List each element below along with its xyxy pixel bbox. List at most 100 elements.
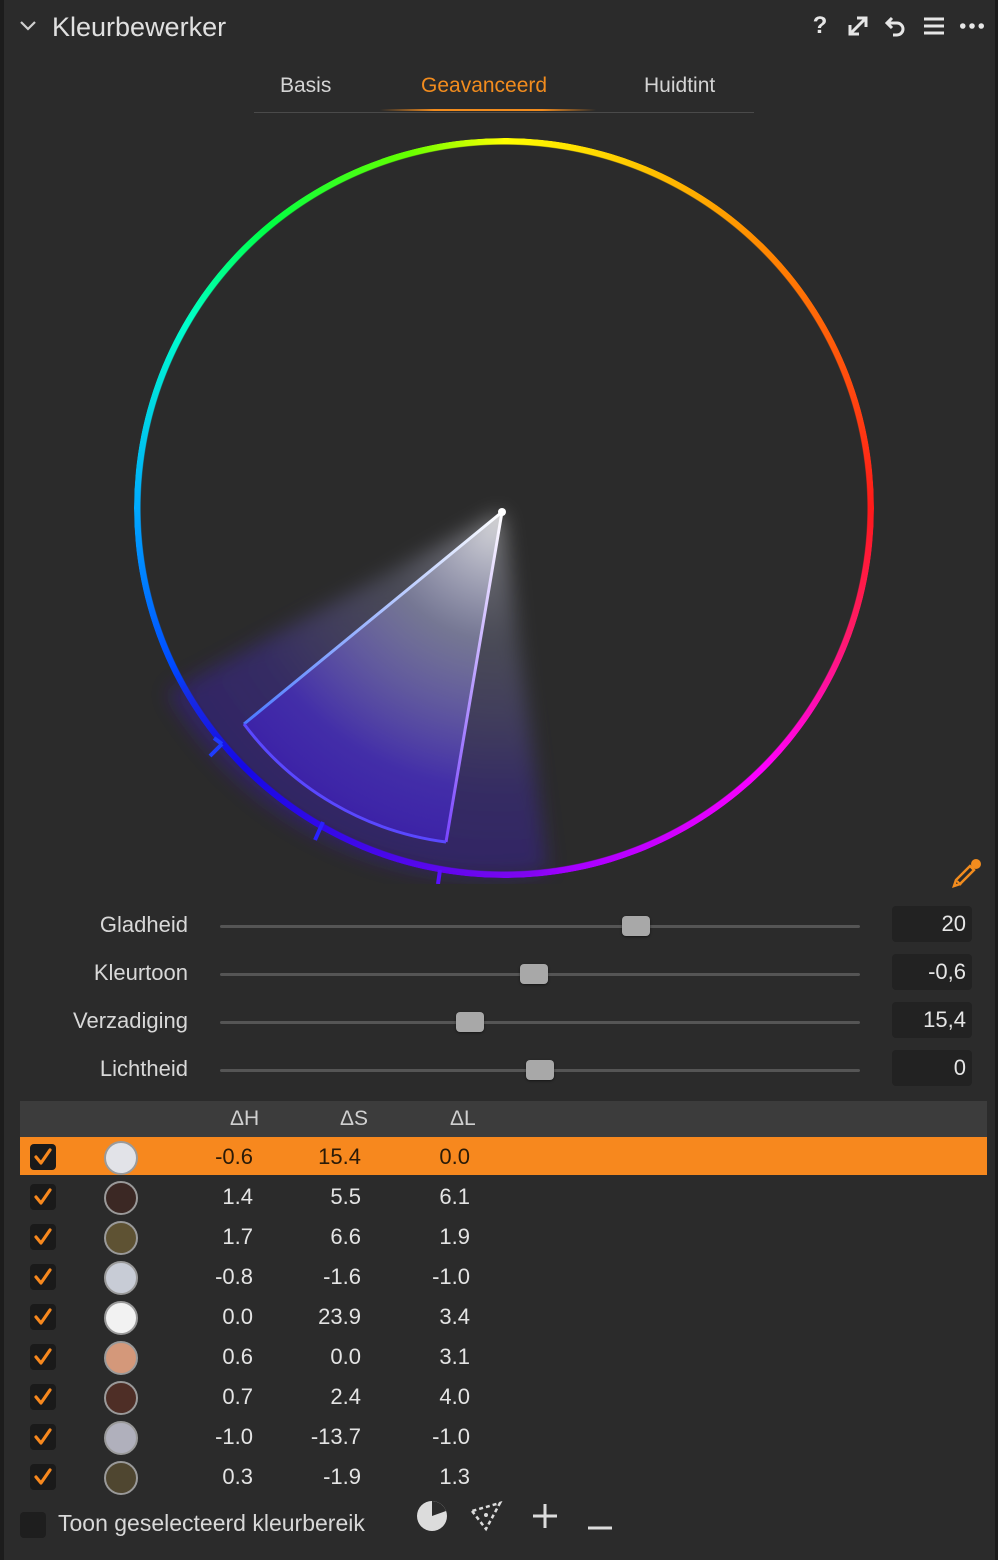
add-icon[interactable] — [525, 1496, 565, 1536]
tab-bar: Basis Geavanceerd Huidtint — [254, 70, 754, 113]
reset-icon[interactable] — [884, 12, 908, 40]
slider-value-field[interactable]: 0 — [892, 1050, 972, 1086]
row-checkbox[interactable] — [30, 1384, 56, 1410]
range-handle-outer-right[interactable] — [436, 869, 442, 884]
color-swatch[interactable] — [104, 1341, 138, 1375]
cell-dh: 0.7 — [222, 1384, 253, 1409]
slider-knob[interactable] — [455, 1012, 484, 1032]
expand-icon[interactable] — [846, 12, 870, 40]
cell-dl: 4.0 — [439, 1384, 470, 1409]
checkmark-icon — [34, 1268, 52, 1285]
pie-range-icon[interactable] — [412, 1496, 452, 1536]
color-range-table: ΔH ΔS ΔL -0.6 15.4 0.0 1.4 5.5 6.1 1.7 6.6 1.9 -0… — [20, 1101, 987, 1497]
table-row[interactable]: 0.7 2.4 4.0 — [20, 1377, 987, 1417]
row-checkbox[interactable] — [30, 1424, 56, 1450]
slider-kleurtoon: Kleurtoon -0,6 — [0, 954, 998, 994]
help-icon[interactable]: ? — [808, 12, 832, 40]
cell-ds: 2.4 — [330, 1384, 361, 1409]
column-header-dh: ΔH — [230, 1107, 260, 1130]
color-wheel[interactable] — [128, 132, 880, 884]
color-swatch[interactable] — [104, 1181, 138, 1215]
row-checkbox[interactable] — [30, 1264, 56, 1290]
checkmark-icon — [34, 1188, 52, 1205]
selection-overlay[interactable] — [128, 132, 880, 884]
checkmark-icon — [34, 1228, 52, 1245]
tab-huidtint[interactable]: Huidtint — [644, 74, 715, 98]
table-row[interactable]: -0.8 -1.6 -1.0 — [20, 1257, 987, 1297]
column-header-dl: ΔL — [450, 1107, 476, 1130]
row-checkbox[interactable] — [30, 1144, 56, 1170]
color-picker-icon[interactable] — [948, 856, 984, 892]
slider-value-field[interactable]: -0,6 — [892, 954, 972, 990]
cell-ds: -1.6 — [323, 1264, 361, 1289]
cell-ds: -13.7 — [310, 1424, 361, 1449]
table-body: -0.6 15.4 0.0 1.4 5.5 6.1 1.7 6.6 1.9 -0.8 -1.6 -1.… — [20, 1137, 987, 1497]
table-row[interactable]: 1.7 6.6 1.9 — [20, 1217, 987, 1257]
slider-knob[interactable] — [622, 916, 650, 936]
show-range-checkbox[interactable] — [20, 1512, 46, 1538]
cell-dl: 0.0 — [439, 1144, 470, 1169]
cell-dl: 1.3 — [439, 1464, 470, 1489]
cell-dh: 1.4 — [222, 1184, 253, 1209]
cell-dh: -1.0 — [215, 1424, 253, 1449]
row-checkbox[interactable] — [30, 1224, 56, 1250]
table-row[interactable]: -1.0 -13.7 -1.0 — [20, 1417, 987, 1457]
color-swatch[interactable] — [104, 1301, 138, 1335]
slider-label: Gladheid — [99, 912, 188, 937]
row-checkbox[interactable] — [30, 1344, 56, 1370]
color-swatch[interactable] — [104, 1141, 138, 1175]
table-row[interactable]: 0.3 -1.9 1.3 — [20, 1457, 987, 1497]
row-checkbox[interactable] — [30, 1184, 56, 1210]
table-row[interactable]: 1.4 5.5 6.1 — [20, 1177, 987, 1217]
cell-dh: -0.8 — [215, 1264, 253, 1289]
segment-range-icon[interactable] — [466, 1496, 506, 1536]
cell-dh: 0.3 — [222, 1464, 253, 1489]
color-swatch[interactable] — [104, 1421, 138, 1455]
cell-ds: 23.9 — [318, 1304, 361, 1329]
color-swatch[interactable] — [104, 1461, 138, 1495]
row-checkbox[interactable] — [30, 1464, 56, 1490]
cell-dl: 3.4 — [439, 1304, 470, 1329]
slider-knob[interactable] — [519, 964, 548, 984]
cell-dl: 1.9 — [439, 1224, 470, 1249]
slider-value-field[interactable]: 20 — [892, 906, 972, 942]
tab-geavanceerd[interactable]: Geavanceerd — [421, 74, 547, 98]
tab-basis[interactable]: Basis — [280, 74, 331, 98]
color-swatch[interactable] — [104, 1381, 138, 1415]
cell-ds: -1.9 — [323, 1464, 361, 1489]
column-header-ds: ΔS — [340, 1107, 369, 1130]
cell-dl: 3.1 — [439, 1344, 470, 1369]
cell-ds: 0.0 — [330, 1344, 361, 1369]
center-handle[interactable] — [498, 508, 506, 516]
checkmark-icon — [34, 1348, 52, 1365]
color-swatch[interactable] — [104, 1261, 138, 1295]
slider-track[interactable] — [220, 925, 860, 928]
checkmark-icon — [34, 1428, 52, 1445]
cell-dl: -1.0 — [432, 1264, 470, 1289]
slider-value-field[interactable]: 15,4 — [892, 1002, 972, 1038]
cell-dl: 6.1 — [439, 1184, 470, 1209]
remove-icon[interactable] — [580, 1496, 620, 1536]
row-checkbox[interactable] — [30, 1304, 56, 1330]
panel-header: Kleurbewerker ? — [0, 0, 998, 56]
cell-ds: 6.6 — [330, 1224, 361, 1249]
slider-label: Lichtheid — [99, 1056, 188, 1081]
more-icon[interactable] — [960, 12, 984, 40]
table-row[interactable]: -0.6 15.4 0.0 — [20, 1137, 987, 1175]
table-header: ΔH ΔS ΔL — [20, 1101, 987, 1137]
slider-track[interactable] — [220, 1021, 860, 1024]
slider-label: Verzadiging — [73, 1008, 188, 1033]
presets-icon[interactable] — [922, 12, 946, 40]
table-row[interactable]: 0.0 23.9 3.4 — [20, 1297, 987, 1337]
slider-knob[interactable] — [526, 1060, 554, 1080]
slider-gladheid: Gladheid 20 — [0, 906, 998, 946]
color-swatch[interactable] — [104, 1221, 138, 1255]
slider-label: Kleurtoon — [93, 960, 188, 985]
cell-ds: 15.4 — [318, 1144, 361, 1169]
collapse-chevron-icon[interactable] — [18, 16, 38, 36]
panel-title: Kleurbewerker — [52, 12, 227, 42]
header-toolbar: ? — [808, 12, 984, 40]
cell-dh: 0.6 — [222, 1344, 253, 1369]
checkmark-icon — [34, 1468, 52, 1485]
table-row[interactable]: 0.6 0.0 3.1 — [20, 1337, 987, 1377]
